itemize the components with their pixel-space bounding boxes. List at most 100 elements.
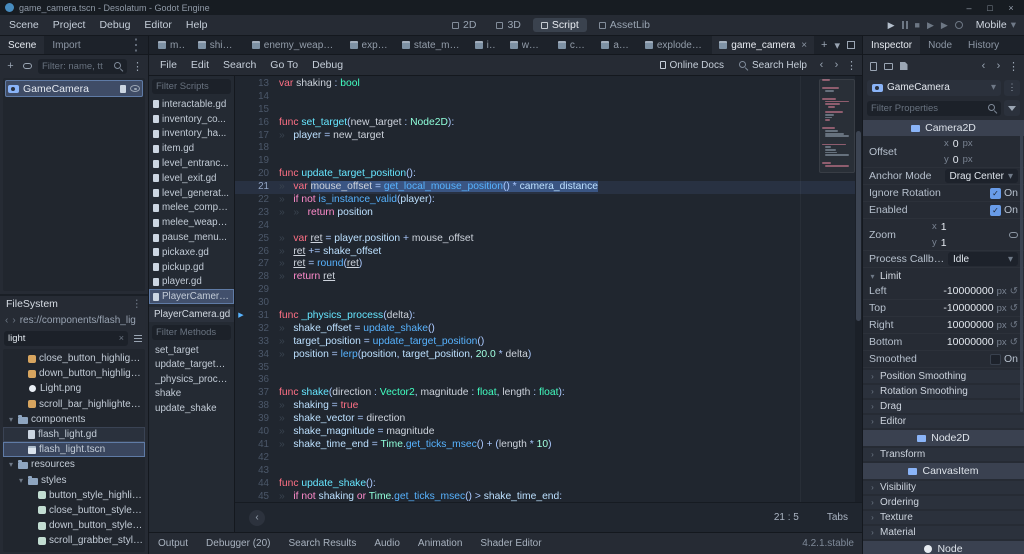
menu-help[interactable]: Help [179,15,215,36]
fs-entry-down-button-highlight[interactable]: down_button_highlight... [3,366,145,381]
value-field[interactable]: 0 [953,138,959,150]
minimize-button[interactable]: – [961,3,977,13]
checkbox-smoothed[interactable] [989,353,1001,365]
tab-list-button[interactable]: ▾ [834,39,840,52]
method-item-update-shake[interactable]: update_shake [149,401,234,416]
add-scene-button[interactable]: + [821,39,827,51]
script-item-player-gd[interactable]: player.gd [149,275,234,290]
fs-entry-flash-light-tscn[interactable]: flash_light.tscn [3,442,145,458]
fs-entry-close-button-style-hig[interactable]: close_button_style_hig... [3,503,145,518]
object-selector[interactable]: GameCamera ▾ [867,79,1001,96]
scene-tab-exploder[interactable]: exploder [343,36,395,54]
revert-icon[interactable]: ↺ [1010,303,1018,314]
script-item-pickaxe-gd[interactable]: pickaxe.gd [149,245,234,260]
code-line-21[interactable]: 21 » var mouse_offset = get_local_mouse_p… [235,181,862,195]
visibility-icon[interactable] [130,85,140,92]
scene-tab-wander[interactable]: wander [503,36,551,54]
code-line-28[interactable]: 28 » return ret [235,271,862,284]
fs-entry-close-button-highlight[interactable]: close_button_highlight... [3,351,145,366]
bottom-tab-debugger-20[interactable]: Debugger (20) [197,533,279,554]
fs-entry-scroll-grabber-style-hi[interactable]: scroll_grabber_style_hi... [3,533,145,548]
scene-tab-explode-attack[interactable]: explode_attack [638,36,712,54]
scene-tab-game-camera[interactable]: game_camera × [712,36,815,54]
bottom-tab-audio[interactable]: Audio [365,533,409,554]
play-scene-button[interactable]: ▶ [927,20,934,31]
code-editor[interactable]: 13 var shaking : bool 14 15 16 func set_targe… [235,76,862,502]
tree-open-icon[interactable]: ▾ [7,415,15,424]
inspector-group-visibility[interactable]: › Visibility [863,481,1024,494]
script-menu-file[interactable]: File [153,55,184,76]
inspector-group-transform[interactable]: › Transform [863,448,1024,461]
fs-entry-light-png[interactable]: Light.png [3,381,145,396]
link-search-help[interactable]: Search Help [732,60,813,71]
method-item-set-target[interactable]: set_target [149,343,234,358]
code-line-18[interactable]: 18 [235,142,862,155]
close-window-button[interactable]: × [1003,3,1019,13]
inspector-group-position-smoothing[interactable]: › Position Smoothing [863,370,1024,383]
code-line-37[interactable]: 37 func shake(direction : Vector2, magnit… [235,387,862,400]
new-resource-button[interactable] [867,59,880,74]
inspector-group-editor[interactable]: › Editor [863,415,1024,428]
code-line-29[interactable]: 29 [235,284,862,297]
attached-script-icon[interactable] [120,84,126,93]
revert-icon[interactable]: ↺ [1010,320,1018,331]
fs-search-input[interactable] [8,332,116,344]
indent-mode[interactable]: Tabs [827,512,848,523]
fs-display-mode-button[interactable] [131,331,144,346]
load-resource-button[interactable] [882,59,895,74]
method-item-shake[interactable]: shake [149,387,234,402]
tree-open-icon[interactable]: ▾ [17,476,25,485]
object-options-button[interactable]: ⋮ [1004,79,1020,96]
filter-scripts-input[interactable] [156,81,227,92]
maximize-button[interactable]: □ [982,3,998,13]
code-line-14[interactable]: 14 [235,91,862,104]
inspector-group-material[interactable]: › Material [863,526,1024,539]
code-line-23[interactable]: 23 » » return position [235,207,862,220]
code-scrollbar[interactable] [855,76,862,502]
script-item-melee-weapo[interactable]: melee_weapo... [149,215,234,230]
code-line-33[interactable]: 33 » target_position = update_target_posi… [235,336,862,349]
scene-filter-input[interactable] [42,60,110,72]
workspace-assetlib[interactable]: AssetLib [591,18,658,32]
menu-debug[interactable]: Debug [92,15,137,36]
script-item-inventory-co[interactable]: inventory_co... [149,112,234,127]
script-item-level-generat[interactable]: level_generat... [149,186,234,201]
script-item-inventory-ha[interactable]: inventory_ha... [149,127,234,142]
script-item-level-entranc[interactable]: level_entranc... [149,156,234,171]
code-line-22[interactable]: 22 » if not is_instance_valid(player): [235,194,862,207]
filter-methods-input[interactable] [156,327,227,339]
value-field[interactable]: 1 [941,237,947,249]
fs-entry-styles[interactable]: ▾ styles [3,473,145,488]
dropdown-process-callback[interactable]: Idle ▾ [948,252,1018,266]
code-line-15[interactable]: 15 [235,104,862,117]
minimap-viewport[interactable] [819,79,855,173]
property-filter-options-button[interactable] [1004,100,1020,116]
script-item-level-exit-gd[interactable]: level_exit.gd [149,171,234,186]
script-item-pickup-gd[interactable]: pickup.gd [149,260,234,275]
clear-search-icon[interactable]: × [119,333,124,343]
scene-node-gamecamera[interactable]: GameCamera [5,80,143,97]
code-line-16[interactable]: 16 func set_target(new_target : Node2D): [235,117,862,130]
script-item-pause-menu[interactable]: pause_menu... [149,230,234,245]
checkbox-enabled[interactable]: ✓ [989,204,1001,216]
code-line-31[interactable]: ▶ 31 func _physics_process(delta): [235,310,862,323]
dock-tab-node[interactable]: Node [920,36,960,54]
code-minimap[interactable] [819,79,855,500]
bottom-tab-animation[interactable]: Animation [409,533,471,554]
inspector-group-rotation-smoothing[interactable]: › Rotation Smoothing [863,385,1024,398]
bottom-tab-shader-editor[interactable]: Shader Editor [471,533,550,554]
distraction-free-button[interactable] [847,41,855,49]
filter-properties-input[interactable] [871,102,984,114]
close-tab-icon[interactable]: × [801,40,807,51]
tree-open-icon[interactable]: ▾ [7,460,15,469]
scene-tab-state-machine[interactable]: state_machine [395,36,468,54]
script-menu-go-to[interactable]: Go To [263,55,305,76]
stop-button[interactable]: ■ [915,20,920,30]
script-menu-debug[interactable]: Debug [305,55,350,76]
dock-tab-import[interactable]: Import [44,36,88,54]
code-line-34[interactable]: 34 » position = lerp(position, target_pos… [235,349,862,362]
code-line-40[interactable]: 40 » shake_magnitude = magnitude [235,426,862,439]
dock-tab-inspector[interactable]: Inspector [863,36,921,54]
link-values-icon[interactable] [1009,231,1018,238]
code-line-41[interactable]: 41 » shake_time_end = Time.get_ticks_msec… [235,439,862,452]
